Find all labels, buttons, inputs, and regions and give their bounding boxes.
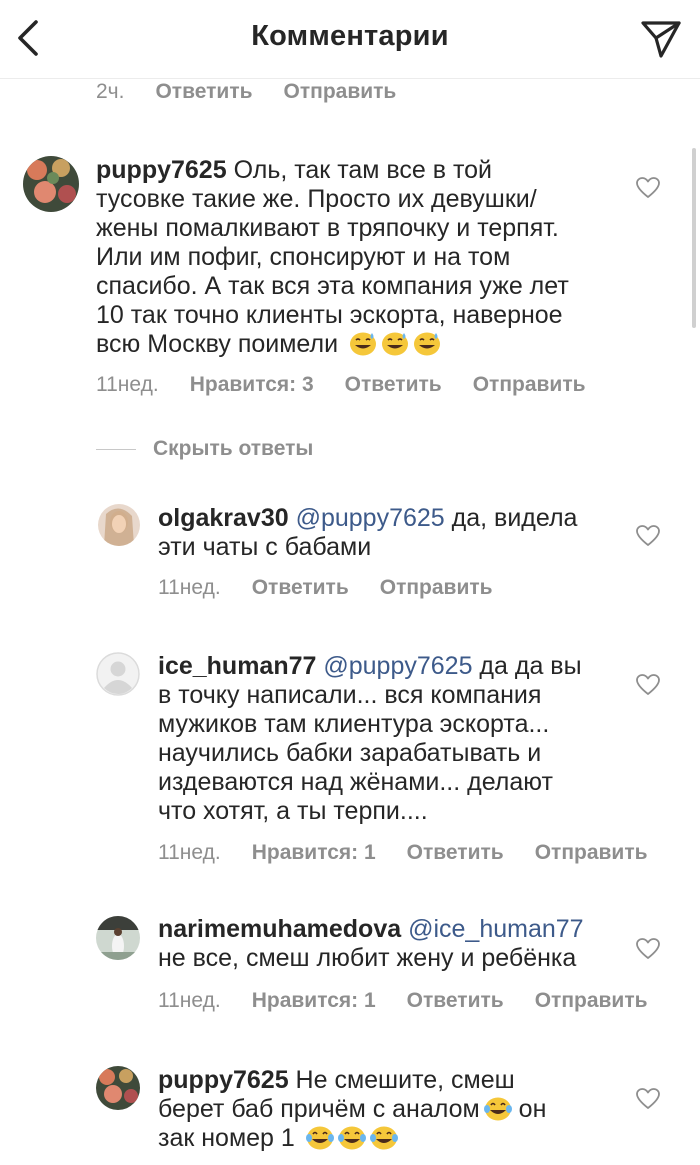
like-heart-icon[interactable] — [635, 176, 661, 200]
comment-line: мужиков там клиентура эскорта... — [158, 710, 550, 738]
avatar[interactable] — [96, 652, 140, 696]
default-avatar-icon — [96, 652, 140, 696]
avatar[interactable] — [23, 156, 79, 212]
sweat-smile-emoji-icon — [350, 332, 376, 356]
comment-line: всю Москву поимели — [96, 330, 339, 358]
mention-link[interactable]: @ice_human77 — [408, 915, 584, 943]
top-bar: Комментарии — [0, 0, 700, 79]
hide-replies-button[interactable]: Скрыть ответы — [96, 437, 313, 461]
reply-username[interactable]: olgakrav30 — [158, 504, 289, 532]
comment-line: научились бабки зарабатывать и — [158, 739, 542, 767]
reply-button[interactable]: Ответить — [155, 80, 252, 104]
reply-meta: 11нед. Нравится: 1 Ответить Отправить — [158, 841, 679, 865]
comment-time: 2ч. — [96, 80, 125, 103]
page-title: Комментарии — [251, 20, 449, 52]
tears-of-joy-emoji-icon — [369, 1126, 398, 1150]
comment-line: да, видела — [444, 504, 578, 532]
reply-username[interactable]: ice_human77 — [158, 652, 316, 680]
likes-count[interactable]: Нравится: 1 — [252, 989, 376, 1013]
comment-line: Или им пофиг, спонсируют и на том — [96, 243, 511, 271]
likes-count[interactable]: Нравится: 1 — [252, 841, 376, 865]
reply-button[interactable]: Ответить — [407, 841, 504, 865]
like-heart-icon[interactable] — [635, 524, 661, 548]
reply-username[interactable]: puppy7625 — [158, 1066, 289, 1094]
divider — [96, 448, 136, 450]
like-heart-icon[interactable] — [635, 673, 661, 697]
comment-time: 11нед. — [96, 373, 159, 396]
hide-replies-label: Скрыть ответы — [153, 437, 314, 460]
avatar[interactable] — [96, 1066, 140, 1110]
sweat-smile-emoji-icon — [414, 332, 440, 356]
comment-line: в точку написали... вся компания — [158, 681, 542, 709]
likes-count[interactable]: Нравится: 3 — [190, 373, 314, 397]
comment-meta: 2ч. Ответить Отправить — [96, 80, 427, 104]
like-heart-icon[interactable] — [635, 1087, 661, 1111]
comment-line: да да вы — [472, 652, 582, 680]
comment-line: тусовке такие же. Просто их девушки/ — [96, 185, 537, 213]
comment-line: эти чаты с бабами — [158, 533, 372, 561]
send-button[interactable]: Отправить — [535, 841, 648, 865]
mention-link[interactable]: @puppy7625 — [296, 504, 445, 532]
tears-of-joy-emoji-icon — [305, 1126, 334, 1150]
comment-line: зак номер 1 — [158, 1124, 295, 1152]
avatar-image — [98, 504, 140, 546]
comment-time: 11нед. — [158, 576, 221, 599]
comment-line: жены помалкивают в тряпочку и терпят. — [96, 214, 559, 242]
avatar-image — [23, 156, 79, 212]
comment-line: спасибо. А так вся эта компания уже лет — [96, 272, 569, 300]
reply-meta: 11нед. Нравится: 1 Ответить Отправить — [158, 989, 679, 1013]
comment-line: он — [511, 1095, 547, 1123]
sweat-smile-emoji-icon — [382, 332, 408, 356]
reply-button[interactable]: Ответить — [252, 576, 349, 600]
comment-line: Не смешите, смеш — [288, 1066, 515, 1094]
reply-body: ice_human77 @puppy7625 да да вы в точку … — [158, 652, 618, 826]
avatar[interactable] — [98, 504, 140, 546]
tears-of-joy-emoji-icon — [483, 1097, 512, 1121]
reply-body: narimemuhamedova @ice_human77 не все, см… — [158, 915, 618, 973]
comment-time: 11нед. — [158, 841, 221, 864]
reply-body: puppy7625 Не смешите, смеш берет баб при… — [158, 1066, 618, 1153]
mention-link[interactable]: @puppy7625 — [323, 652, 472, 680]
share-button[interactable] — [636, 14, 686, 64]
comment-line: берет баб причём с аналом — [158, 1095, 480, 1123]
comment-body: puppy7625 Оль, так там все в той тусовке… — [96, 156, 616, 359]
reply-body: olgakrav30 @puppy7625 да, видела эти чат… — [158, 504, 618, 562]
send-button[interactable]: Отправить — [284, 80, 397, 104]
comment-username[interactable]: puppy7625 — [96, 156, 227, 184]
comment-line: не все, смеш любит жену и ребёнка — [158, 944, 577, 972]
reply-username[interactable]: narimemuhamedova — [158, 915, 401, 943]
paper-plane-icon — [641, 21, 681, 58]
reply-meta: 11нед. Ответить Отправить — [158, 576, 524, 600]
avatar-image — [96, 916, 140, 960]
send-button[interactable]: Отправить — [535, 989, 648, 1013]
avatar-image — [96, 1066, 140, 1110]
send-button[interactable]: Отправить — [380, 576, 493, 600]
reply-button[interactable]: Ответить — [407, 989, 504, 1013]
comment-line: 10 так точно клиенты эскорта, наверное — [96, 301, 563, 329]
comment-line: Оль, так там все в той — [233, 156, 493, 184]
comment-line: что хотят, а ты терпи.... — [158, 797, 428, 825]
reply-button[interactable]: Ответить — [345, 373, 442, 397]
avatar[interactable] — [96, 916, 140, 960]
send-button[interactable]: Отправить — [473, 373, 586, 397]
like-heart-icon[interactable] — [635, 937, 661, 961]
tears-of-joy-emoji-icon — [337, 1126, 366, 1150]
comment-meta: 11нед. Нравится: 3 Ответить Отправить — [96, 373, 617, 397]
comment-time: 11нед. — [158, 989, 221, 1012]
comment-line: издеваются над жёнами... делают — [158, 768, 553, 796]
scrollbar[interactable] — [692, 148, 696, 328]
